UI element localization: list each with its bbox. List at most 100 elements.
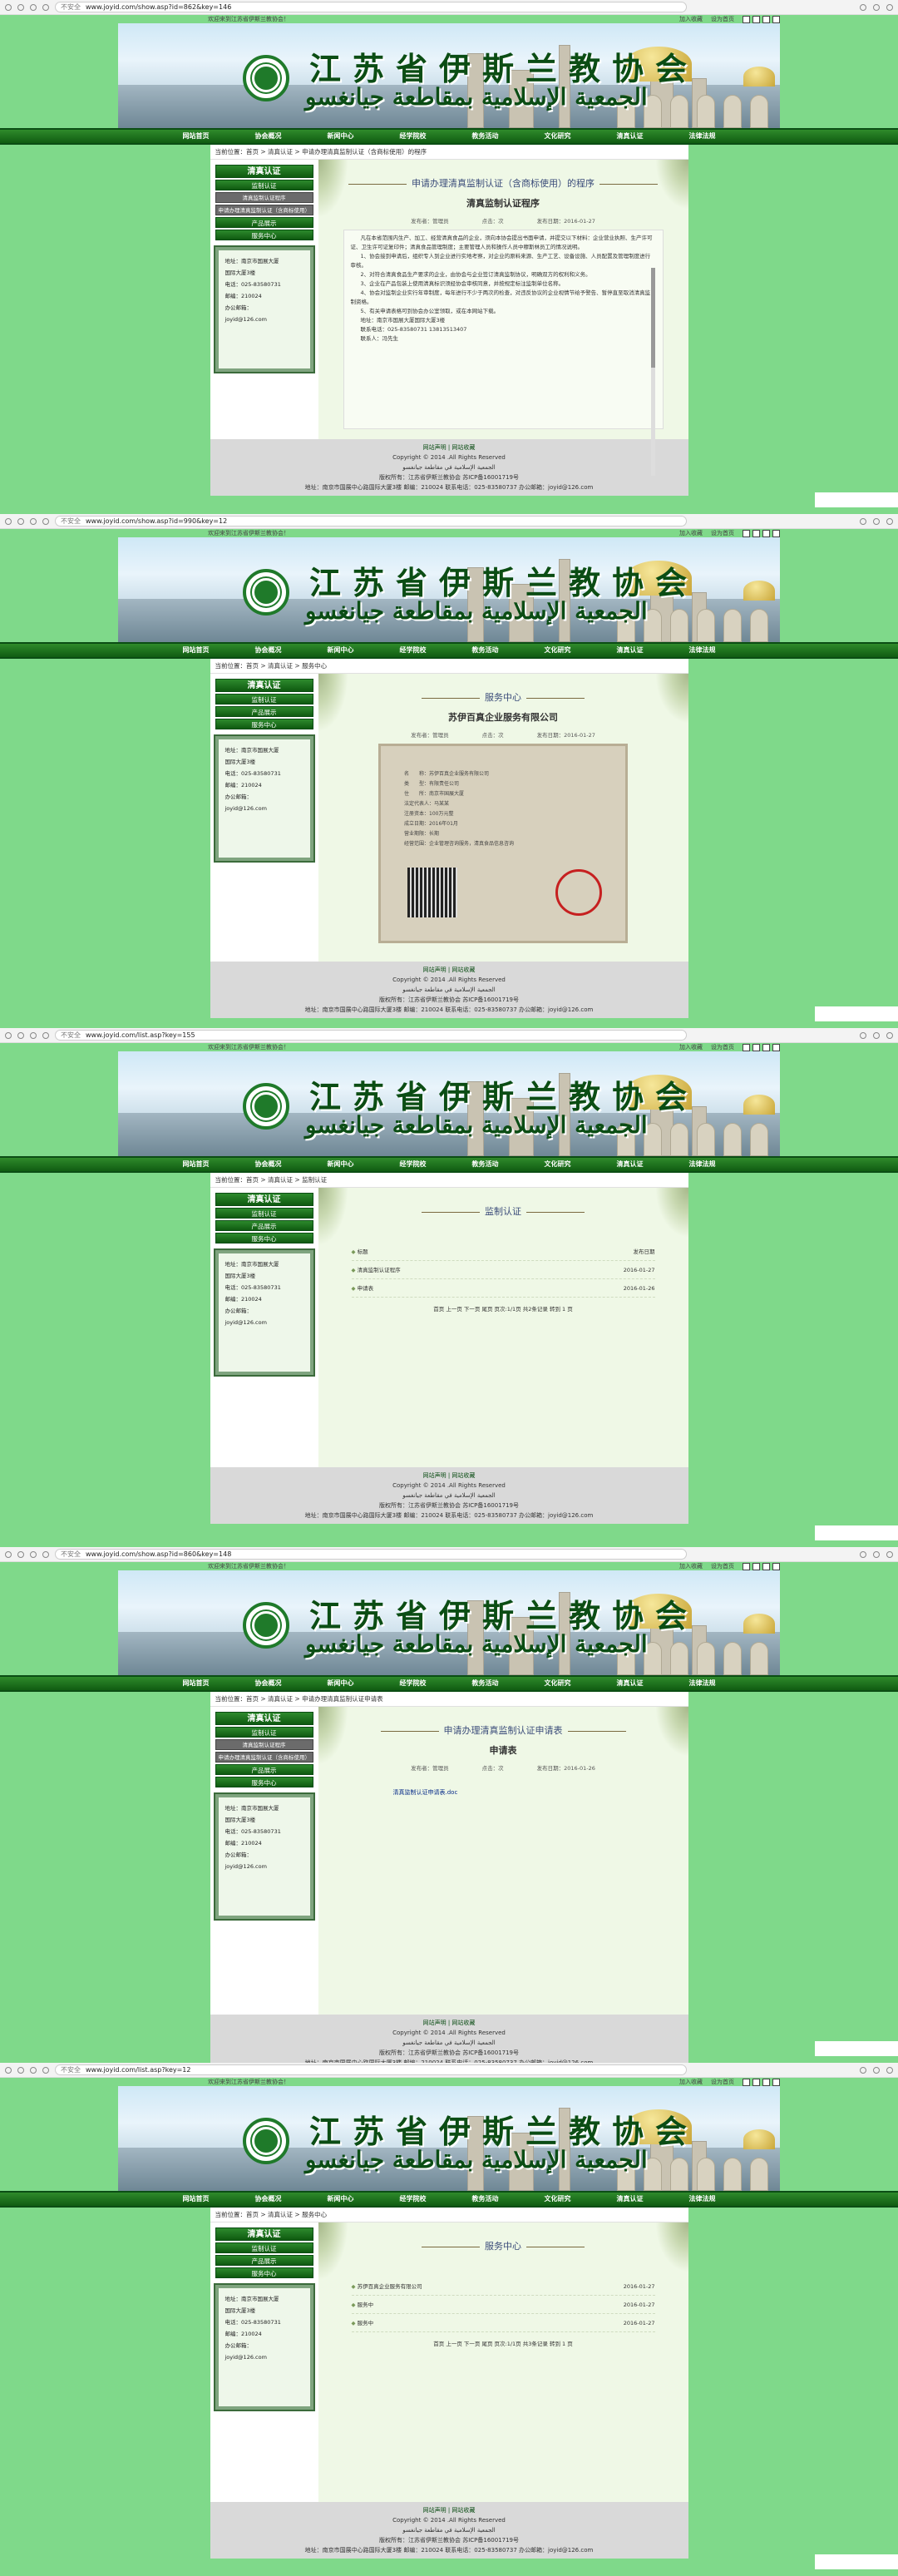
scrollbar-thumb[interactable] xyxy=(650,268,655,368)
nav-item[interactable]: 协会概况 xyxy=(232,2193,304,2206)
star-icon[interactable] xyxy=(860,2066,866,2074)
attachment-link[interactable]: 清真监制认证申请表.doc xyxy=(393,1788,688,1797)
list-item[interactable]: 服务中 2016-01-27 xyxy=(351,2314,655,2332)
forward-icon[interactable] xyxy=(17,2066,24,2074)
address-bar[interactable]: 不安全 www.joyid.com/show.asp?id=990&key=12 xyxy=(55,516,687,527)
maximize-icon[interactable] xyxy=(762,1562,770,1570)
sidebar-item[interactable]: 产品展示 xyxy=(215,1220,313,1231)
list-item[interactable]: 苏伊百真企业服务有限公司 2016-01-27 xyxy=(351,2277,655,2296)
nav-item[interactable]: 经学院校 xyxy=(377,2193,449,2206)
nav-item[interactable]: 法律法规 xyxy=(666,644,738,657)
back-icon[interactable] xyxy=(5,2066,12,2074)
close-icon[interactable] xyxy=(772,1562,780,1570)
menu-icon[interactable] xyxy=(886,3,893,11)
reload-icon[interactable] xyxy=(30,2066,37,2074)
restore-icon[interactable] xyxy=(752,529,760,537)
list-item-title[interactable]: 服务中 xyxy=(352,2296,374,2313)
nav-item[interactable]: 新闻中心 xyxy=(304,1158,377,1171)
sidebar-item[interactable]: 清真认证 xyxy=(215,1193,313,1206)
footer-links[interactable]: 网站声明 | 网站收藏 xyxy=(210,965,688,975)
sidebar-item[interactable]: 清真监制认证程序 xyxy=(215,192,313,203)
menu-icon[interactable] xyxy=(886,1550,893,1558)
nav-item[interactable]: 清真认证 xyxy=(594,130,666,143)
back-icon[interactable] xyxy=(5,1031,12,1039)
sidebar-heading[interactable]: 清真认证 xyxy=(215,1712,313,1725)
nav-item[interactable]: 经学院校 xyxy=(377,1158,449,1171)
forward-icon[interactable] xyxy=(17,1550,24,1558)
close-icon[interactable] xyxy=(772,1043,780,1051)
nav-item[interactable]: 法律法规 xyxy=(666,1677,738,1690)
maximize-icon[interactable] xyxy=(762,2078,770,2086)
maximize-icon[interactable] xyxy=(762,1043,770,1051)
star-icon[interactable] xyxy=(860,3,866,11)
reload-icon[interactable] xyxy=(30,517,37,525)
nav-item[interactable]: 经学院校 xyxy=(377,644,449,657)
profile-icon[interactable] xyxy=(873,517,880,525)
pagination[interactable]: 首页 上一页 下一页 尾页 页次:1/1页 共3条记录 转到 1 页 xyxy=(318,2339,688,2347)
add-favorite-link[interactable]: 加入收藏 xyxy=(679,529,703,537)
nav-item[interactable]: 协会概况 xyxy=(232,130,304,143)
footer-links[interactable]: 网站声明 | 网站收藏 xyxy=(210,1471,688,1481)
pagination[interactable]: 首页 上一页 下一页 尾页 页次:1/1页 共2条记录 转到 1 页 xyxy=(318,1304,688,1313)
minimize-icon[interactable] xyxy=(743,1562,750,1570)
nav-item[interactable]: 新闻中心 xyxy=(304,130,377,143)
nav-item[interactable]: 网站首页 xyxy=(160,1677,232,1690)
nav-item[interactable]: 法律法规 xyxy=(666,130,738,143)
nav-item[interactable]: 文化研究 xyxy=(521,1677,594,1690)
star-icon[interactable] xyxy=(860,1550,866,1558)
list-item[interactable]: 申请表 2016-01-26 xyxy=(351,1279,655,1298)
sidebar-item[interactable]: 监制认证 xyxy=(215,180,313,190)
sidebar-item-active[interactable]: 申请办理清真监制认证（含商标使用） xyxy=(215,1752,313,1763)
nav-item[interactable]: 新闻中心 xyxy=(304,644,377,657)
home-icon[interactable] xyxy=(42,517,49,525)
sidebar-item[interactable]: 服务中心 xyxy=(215,230,313,240)
nav-item[interactable]: 协会概况 xyxy=(232,1158,304,1171)
nav-item[interactable]: 教务活动 xyxy=(449,1158,521,1171)
nav-item[interactable]: 清真认证 xyxy=(594,1677,666,1690)
list-item[interactable]: 服务中 2016-01-27 xyxy=(351,2296,655,2314)
add-favorite-link[interactable]: 加入收藏 xyxy=(679,1043,703,1051)
close-icon[interactable] xyxy=(772,15,780,23)
nav-item[interactable]: 教务活动 xyxy=(449,1677,521,1690)
close-icon[interactable] xyxy=(772,529,780,537)
nav-item[interactable]: 网站首页 xyxy=(160,644,232,657)
sidebar-item[interactable]: 清真监制认证程序 xyxy=(215,1739,313,1750)
sidebar-item[interactable]: 产品展示 xyxy=(215,217,313,228)
set-home-link[interactable]: 设为首页 xyxy=(711,2078,734,2086)
nav-item[interactable]: 清真认证 xyxy=(594,1158,666,1171)
reload-icon[interactable] xyxy=(30,3,37,11)
nav-item[interactable]: 法律法规 xyxy=(666,2193,738,2206)
restore-icon[interactable] xyxy=(752,1562,760,1570)
reload-icon[interactable] xyxy=(30,1550,37,1558)
sidebar-item[interactable]: 清真认证 xyxy=(215,679,313,692)
profile-icon[interactable] xyxy=(873,2066,880,2074)
sidebar-item[interactable]: 监制认证 xyxy=(215,1208,313,1219)
set-home-link[interactable]: 设为首页 xyxy=(711,1562,734,1570)
sidebar-item[interactable]: 服务中心 xyxy=(215,719,313,729)
minimize-icon[interactable] xyxy=(743,529,750,537)
sidebar-item[interactable]: 监制认证 xyxy=(215,2242,313,2253)
set-home-link[interactable]: 设为首页 xyxy=(711,15,734,23)
footer-links[interactable]: 网站声明 | 网站收藏 xyxy=(210,443,688,452)
scrollbar[interactable] xyxy=(650,268,655,476)
list-item-title[interactable]: 申请表 xyxy=(352,1279,374,1297)
nav-item[interactable]: 教务活动 xyxy=(449,130,521,143)
sidebar-item[interactable]: 服务中心 xyxy=(215,1777,313,1787)
list-item-title[interactable]: 苏伊百真企业服务有限公司 xyxy=(352,2277,422,2295)
nav-item[interactable]: 文化研究 xyxy=(521,2193,594,2206)
list-item[interactable]: 清真监制认证程序 2016-01-27 xyxy=(351,1261,655,1279)
sidebar-item[interactable]: 服务中心 xyxy=(215,2267,313,2278)
sidebar-item[interactable]: 产品展示 xyxy=(215,2255,313,2266)
home-icon[interactable] xyxy=(42,1031,49,1039)
restore-icon[interactable] xyxy=(752,2078,760,2086)
address-bar[interactable]: 不安全 www.joyid.com/list.asp?key=155 xyxy=(55,1030,687,1041)
nav-item[interactable]: 清真认证 xyxy=(594,2193,666,2206)
sidebar-item[interactable]: 清真认证 xyxy=(215,2227,313,2241)
list-item-title[interactable]: 清真监制认证程序 xyxy=(352,1261,401,1278)
home-icon[interactable] xyxy=(42,3,49,11)
nav-item[interactable]: 经学院校 xyxy=(377,130,449,143)
sidebar-item-active[interactable]: 申请办理清真监制认证（含商标使用） xyxy=(215,205,313,215)
close-icon[interactable] xyxy=(772,2078,780,2086)
nav-item[interactable]: 网站首页 xyxy=(160,2193,232,2206)
nav-item[interactable]: 新闻中心 xyxy=(304,2193,377,2206)
